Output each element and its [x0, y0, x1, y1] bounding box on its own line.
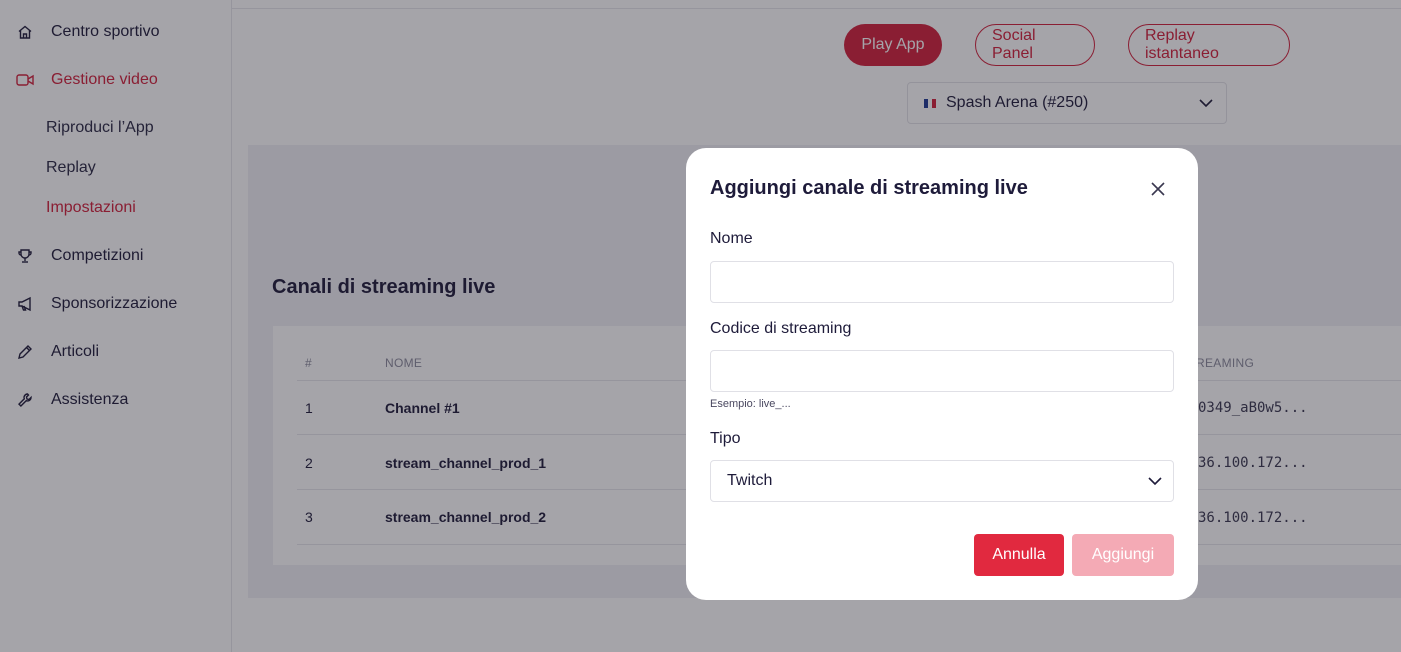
name-input[interactable]	[710, 261, 1174, 303]
streaming-code-hint: Esempio: live_...	[710, 398, 791, 410]
name-label: Nome	[710, 230, 753, 247]
close-icon[interactable]	[1148, 179, 1168, 199]
streaming-code-label: Codice di streaming	[710, 320, 852, 337]
cancel-button[interactable]: Annulla	[974, 534, 1064, 576]
type-select-value: Twitch	[727, 472, 773, 489]
type-select[interactable]: Twitch	[710, 460, 1174, 502]
type-label: Tipo	[710, 430, 741, 447]
add-channel-dialog: Aggiungi canale di streaming live Nome C…	[686, 148, 1198, 600]
chevron-down-icon	[1147, 473, 1163, 494]
dialog-title: Aggiungi canale di streaming live	[710, 177, 1028, 199]
add-button[interactable]: Aggiungi	[1072, 534, 1174, 576]
streaming-code-input[interactable]	[710, 350, 1174, 392]
